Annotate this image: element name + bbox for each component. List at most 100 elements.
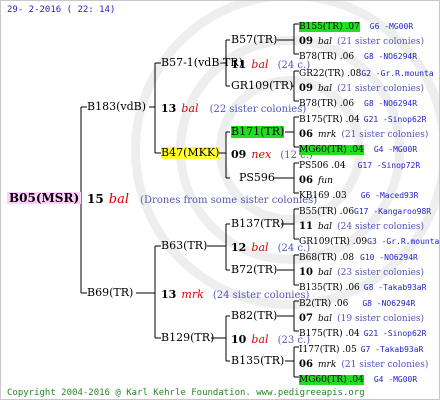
- gen5-code: G8 -NO6294R: [364, 99, 418, 108]
- root-year: 15: [87, 192, 104, 206]
- gen5-line[interactable]: B155(TR) .07: [299, 22, 360, 32]
- dam-queen-info: 13 mrk (24 sister colonies): [161, 287, 309, 302]
- gen5-code: G17 -Sinop72R: [357, 161, 421, 170]
- gen5-note: (23 sister colonies): [337, 268, 425, 278]
- gen5-code: G4 -MG00R: [373, 145, 418, 154]
- gen5-race: fun: [318, 176, 333, 186]
- gen5-race: bal: [318, 37, 333, 47]
- gen5-note: (21 sister colonies): [337, 84, 425, 94]
- pedigree-chart: 29- 2-2016 ( 22: 14) B05(MSR) 15 bal (Dr…: [0, 0, 440, 400]
- gen5-line[interactable]: B175(TR) .04: [299, 329, 360, 339]
- gen5-line[interactable]: KB169 .03: [299, 191, 347, 201]
- gen5-row: 06 fun: [299, 172, 333, 187]
- gen5-line[interactable]: B78(TR) .06: [299, 99, 354, 109]
- gen4-b137-name[interactable]: B137(TR): [231, 218, 284, 230]
- gen3-b57-year: 11: [231, 58, 247, 71]
- date-stamp: 29- 2-2016 ( 22: 14): [7, 5, 116, 15]
- gen5-year: 07: [299, 313, 313, 324]
- gen4-b135-name[interactable]: B135(TR): [231, 355, 284, 367]
- gen5-row: B78(TR) .06 G8 -NO6294R: [299, 95, 417, 110]
- gen5-line[interactable]: MG60(TR) .04: [299, 375, 364, 385]
- dam-note: (24 sister colonies): [212, 290, 310, 301]
- gen5-code: G21 -Sinop62R: [363, 115, 427, 124]
- gen4-b82-name[interactable]: B82(TR): [231, 310, 277, 322]
- gen5-line[interactable]: B55(TR) .06: [299, 207, 354, 217]
- sire-year: 13: [161, 102, 177, 115]
- gen5-row: GR22(TR) .08G2 -Gr.R.mounta: [299, 65, 434, 80]
- gen3-b63-name[interactable]: B63(TR): [161, 240, 207, 252]
- gen5-line[interactable]: B78(TR) .06: [299, 52, 354, 62]
- root-queen-name[interactable]: B05(MSR): [7, 192, 82, 204]
- gen5-row: 09 bal (21 sister colonies): [299, 80, 424, 95]
- gen3-b47-year: 09: [231, 148, 247, 161]
- gen5-row: 09 bal (21 sister colonies): [299, 33, 424, 48]
- gen3-b129-race: bal: [251, 333, 269, 346]
- gen5-race: bal: [318, 222, 333, 232]
- gen4-ps596-name[interactable]: PS596: [239, 172, 275, 184]
- gen5-line[interactable]: PS506 .04: [299, 161, 346, 171]
- root-race: bal: [108, 192, 130, 207]
- gen5-row: 11 bal (24 sister colonies): [299, 218, 424, 233]
- gen5-line[interactable]: B135(TR) .06: [299, 283, 360, 293]
- gen5-line[interactable]: GR22(TR) .08: [299, 69, 361, 79]
- gen3-b47-name[interactable]: B47(MKK): [161, 147, 220, 159]
- gen5-code: G2 -Gr.R.mounta: [361, 69, 434, 78]
- gen5-row: B55(TR) .06G17 -Kangaroo98R: [299, 203, 431, 218]
- gen4-gr109-name[interactable]: GR109(TR): [231, 80, 293, 92]
- root-queen-info: 15 bal (Drones from some sister colonies…: [87, 192, 317, 207]
- gen5-code: G3 -Gr.R.mounta: [367, 237, 440, 246]
- gen5-row: 06 mrk (21 sister colonies): [299, 356, 428, 371]
- gen3-b47-race: nex: [251, 148, 272, 161]
- gen5-line[interactable]: GR109(TR) .09: [299, 237, 367, 247]
- gen5-line[interactable]: B68(TR) .08: [299, 253, 354, 263]
- gen4-b171-name[interactable]: B171(TR): [231, 126, 285, 138]
- gen5-line[interactable]: MG60(TR) .04: [299, 145, 364, 155]
- gen4-b57tr-name[interactable]: B57(TR): [231, 34, 277, 46]
- gen5-line[interactable]: I177(TR) .05: [299, 345, 357, 355]
- gen3-b63-race: bal: [251, 241, 269, 254]
- sire-note: (22 sister colonies): [209, 104, 307, 115]
- dam-queen-name[interactable]: B69(TR): [87, 287, 133, 299]
- gen5-race: bal: [318, 268, 333, 278]
- gen5-note: (21 sister colonies): [337, 37, 425, 47]
- gen5-year: 09: [299, 83, 313, 94]
- gen5-row: B175(TR) .04 G21 -Sinop62R: [299, 111, 426, 126]
- sire-race: bal: [181, 102, 199, 115]
- gen5-code: G6 -MG00R: [369, 22, 414, 31]
- copyright-footer: Copyright 2004-2016 @ Karl Kehrle Founda…: [7, 388, 365, 398]
- gen5-code: G7 -Takab93aR: [360, 345, 424, 354]
- gen5-race: bal: [318, 84, 333, 94]
- gen5-year: 10: [299, 267, 313, 278]
- gen5-row: B135(TR) .06 G8 -Takab93aR: [299, 279, 426, 294]
- gen5-code: G8 -Takab93aR: [363, 283, 427, 292]
- gen5-code: G8 -NO6294R: [362, 299, 416, 308]
- gen3-b129-name[interactable]: B129(TR): [161, 332, 214, 344]
- dam-race: mrk: [181, 288, 204, 301]
- gen5-row: B175(TR) .04 G21 -Sinop62R: [299, 325, 426, 340]
- gen5-row: 06 mrk (21 sister colonies): [299, 126, 428, 141]
- gen5-note: (21 sister colonies): [341, 130, 429, 140]
- gen5-year: 06: [299, 129, 313, 140]
- gen3-b129-year: 10: [231, 333, 247, 346]
- gen3-b63-year: 12: [231, 241, 247, 254]
- gen5-line[interactable]: B2(TR) .06: [299, 299, 348, 309]
- gen5-code: G6 -Maced93R: [360, 191, 419, 200]
- gen5-code: G10 -NO6294R: [360, 253, 418, 262]
- gen5-year: 09: [299, 36, 313, 47]
- gen5-year: 06: [299, 175, 313, 186]
- gen5-race: mrk: [318, 360, 337, 370]
- gen5-note: (19 sister colonies): [337, 314, 425, 324]
- gen5-race: bal: [318, 314, 333, 324]
- gen5-row: B78(TR) .06 G8 -NO6294R: [299, 48, 417, 63]
- gen5-code: G8 -NO6294R: [364, 52, 418, 61]
- gen3-b57-race: bal: [251, 58, 269, 71]
- gen5-code: G4 -MG00R: [373, 375, 418, 384]
- gen5-year: 11: [299, 221, 313, 232]
- gen5-code: G21 -Sinop62R: [363, 329, 427, 338]
- sire-queen-name[interactable]: B183(vdB): [87, 101, 146, 113]
- gen5-line[interactable]: B175(TR) .04: [299, 115, 360, 125]
- gen4-b72-name[interactable]: B72(TR): [231, 264, 277, 276]
- gen5-row: KB169 .03 G6 -Maced93R: [299, 187, 419, 202]
- dam-year: 13: [161, 288, 177, 301]
- gen5-row: GR109(TR) .09G3 -Gr.R.mounta: [299, 233, 439, 248]
